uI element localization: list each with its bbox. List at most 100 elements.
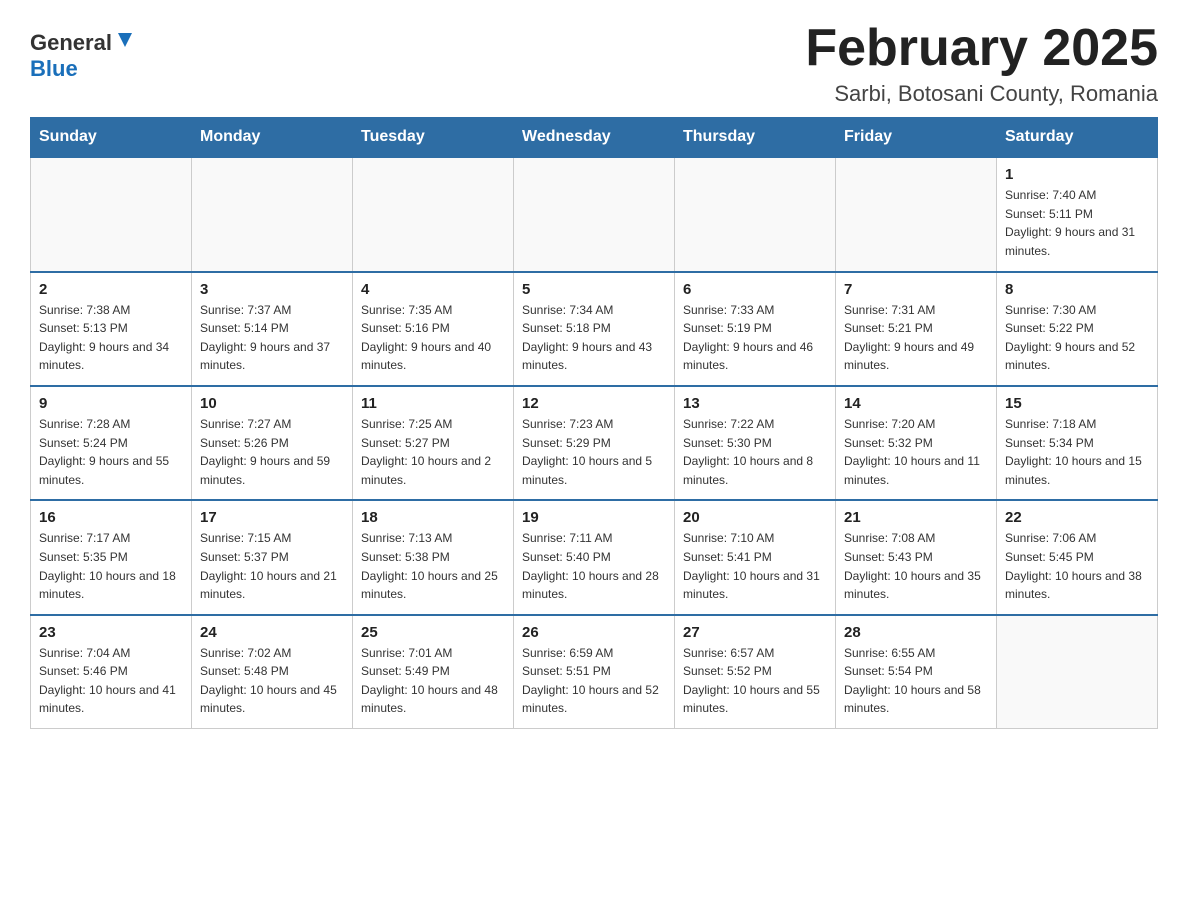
calendar-day-cell: 24Sunrise: 7:02 AM Sunset: 5:48 PM Dayli… — [192, 615, 353, 729]
day-info: Sunrise: 7:20 AM Sunset: 5:32 PM Dayligh… — [844, 415, 988, 489]
day-number: 22 — [1005, 509, 1149, 526]
calendar-header-row: SundayMondayTuesdayWednesdayThursdayFrid… — [31, 118, 1158, 158]
day-number: 20 — [683, 509, 827, 526]
day-info: Sunrise: 7:35 AM Sunset: 5:16 PM Dayligh… — [361, 301, 505, 375]
calendar-day-cell: 2 Sunrise: 7:38 AM Sunset: 5:13 PM Daylig… — [31, 272, 192, 386]
day-info: Sunrise: 7:04 AM Sunset: 5:46 PM Dayligh… — [39, 644, 183, 718]
day-number: 25 — [361, 624, 505, 641]
logo-blue-text: Blue — [30, 56, 78, 82]
day-number: 12 — [522, 395, 666, 412]
calendar-week-row: 1 Sunrise: 7:40 AM Sunset: 5:11 PM Daylig… — [31, 157, 1158, 271]
day-info: Sunrise: 7:28 AM Sunset: 5:24 PM Dayligh… — [39, 415, 183, 489]
calendar-day-cell: 26 Sunrise: 6:59 AM Sunset: 5:51 PM Dayli… — [514, 615, 675, 729]
day-info: Sunrise: 7:34 AM Sunset: 5:18 PM Dayligh… — [522, 301, 666, 375]
day-number: 2 — [39, 281, 183, 298]
day-number: 6 — [683, 281, 827, 298]
day-number: 8 — [1005, 281, 1149, 298]
calendar-day-cell: 7 Sunrise: 7:31 AM Sunset: 5:21 PM Daylig… — [836, 272, 997, 386]
day-info: Sunrise: 7:10 AM Sunset: 5:41 PM Dayligh… — [683, 529, 827, 603]
calendar-day-cell: 4 Sunrise: 7:35 AM Sunset: 5:16 PM Daylig… — [353, 272, 514, 386]
day-info: Sunrise: 7:23 AM Sunset: 5:29 PM Dayligh… — [522, 415, 666, 489]
calendar-title: February 2025 — [805, 20, 1158, 77]
calendar-table: SundayMondayTuesdayWednesdayThursdayFrid… — [30, 117, 1158, 729]
day-number: 7 — [844, 281, 988, 298]
calendar-day-cell: 16Sunrise: 7:17 AM Sunset: 5:35 PM Dayli… — [31, 500, 192, 614]
calendar-day-cell — [836, 157, 997, 271]
calendar-week-row: 9 Sunrise: 7:28 AM Sunset: 5:24 PM Daylig… — [31, 386, 1158, 500]
day-number: 28 — [844, 624, 988, 641]
calendar-day-cell: 25 Sunrise: 7:01 AM Sunset: 5:49 PM Dayli… — [353, 615, 514, 729]
day-info: Sunrise: 7:38 AM Sunset: 5:13 PM Dayligh… — [39, 301, 183, 375]
logo: General Blue — [30, 20, 136, 82]
calendar-day-cell: 11Sunrise: 7:25 AM Sunset: 5:27 PM Dayli… — [353, 386, 514, 500]
calendar-day-cell: 18Sunrise: 7:13 AM Sunset: 5:38 PM Dayli… — [353, 500, 514, 614]
day-header-sunday: Sunday — [31, 118, 192, 158]
calendar-day-cell: 6 Sunrise: 7:33 AM Sunset: 5:19 PM Daylig… — [675, 272, 836, 386]
calendar-week-row: 23 Sunrise: 7:04 AM Sunset: 5:46 PM Dayli… — [31, 615, 1158, 729]
day-header-wednesday: Wednesday — [514, 118, 675, 158]
day-number: 16 — [39, 509, 183, 526]
calendar-day-cell — [31, 157, 192, 271]
calendar-week-row: 2 Sunrise: 7:38 AM Sunset: 5:13 PM Daylig… — [31, 272, 1158, 386]
calendar-day-cell: 14 Sunrise: 7:20 AM Sunset: 5:32 PM Dayli… — [836, 386, 997, 500]
day-number: 14 — [844, 395, 988, 412]
day-number: 21 — [844, 509, 988, 526]
day-info: Sunrise: 7:27 AM Sunset: 5:26 PM Dayligh… — [200, 415, 344, 489]
day-number: 5 — [522, 281, 666, 298]
calendar-day-cell: 23 Sunrise: 7:04 AM Sunset: 5:46 PM Dayli… — [31, 615, 192, 729]
day-number: 24 — [200, 624, 344, 641]
calendar-day-cell: 13 Sunrise: 7:22 AM Sunset: 5:30 PM Dayli… — [675, 386, 836, 500]
day-number: 26 — [522, 624, 666, 641]
day-info: Sunrise: 7:08 AM Sunset: 5:43 PM Dayligh… — [844, 529, 988, 603]
calendar-day-cell — [353, 157, 514, 271]
calendar-day-cell: 19Sunrise: 7:11 AM Sunset: 5:40 PM Dayli… — [514, 500, 675, 614]
calendar-day-cell: 20 Sunrise: 7:10 AM Sunset: 5:41 PM Dayli… — [675, 500, 836, 614]
calendar-day-cell: 17 Sunrise: 7:15 AM Sunset: 5:37 PM Dayli… — [192, 500, 353, 614]
day-number: 4 — [361, 281, 505, 298]
day-number: 1 — [1005, 166, 1149, 183]
calendar-week-row: 16Sunrise: 7:17 AM Sunset: 5:35 PM Dayli… — [31, 500, 1158, 614]
calendar-subtitle: Sarbi, Botosani County, Romania — [805, 81, 1158, 107]
calendar-day-cell — [675, 157, 836, 271]
page-header: General Blue February 2025 Sarbi, Botosa… — [30, 20, 1158, 107]
day-number: 18 — [361, 509, 505, 526]
calendar-day-cell: 27Sunrise: 6:57 AM Sunset: 5:52 PM Dayli… — [675, 615, 836, 729]
day-number: 15 — [1005, 395, 1149, 412]
title-block: February 2025 Sarbi, Botosani County, Ro… — [805, 20, 1158, 107]
day-info: Sunrise: 6:57 AM Sunset: 5:52 PM Dayligh… — [683, 644, 827, 718]
day-info: Sunrise: 6:59 AM Sunset: 5:51 PM Dayligh… — [522, 644, 666, 718]
day-header-friday: Friday — [836, 118, 997, 158]
day-info: Sunrise: 7:25 AM Sunset: 5:27 PM Dayligh… — [361, 415, 505, 489]
day-number: 17 — [200, 509, 344, 526]
calendar-day-cell: 3Sunrise: 7:37 AM Sunset: 5:14 PM Daylig… — [192, 272, 353, 386]
calendar-day-cell: 28Sunrise: 6:55 AM Sunset: 5:54 PM Dayli… — [836, 615, 997, 729]
calendar-day-cell: 1 Sunrise: 7:40 AM Sunset: 5:11 PM Daylig… — [997, 157, 1158, 271]
day-header-tuesday: Tuesday — [353, 118, 514, 158]
calendar-day-cell: 22 Sunrise: 7:06 AM Sunset: 5:45 PM Dayli… — [997, 500, 1158, 614]
calendar-day-cell — [997, 615, 1158, 729]
day-info: Sunrise: 7:11 AM Sunset: 5:40 PM Dayligh… — [522, 529, 666, 603]
day-info: Sunrise: 7:40 AM Sunset: 5:11 PM Dayligh… — [1005, 186, 1149, 260]
day-number: 23 — [39, 624, 183, 641]
calendar-day-cell: 15 Sunrise: 7:18 AM Sunset: 5:34 PM Dayli… — [997, 386, 1158, 500]
logo-general-text: General — [30, 30, 112, 56]
calendar-day-cell: 5 Sunrise: 7:34 AM Sunset: 5:18 PM Daylig… — [514, 272, 675, 386]
logo-arrow-icon — [114, 29, 136, 51]
day-info: Sunrise: 7:06 AM Sunset: 5:45 PM Dayligh… — [1005, 529, 1149, 603]
day-header-thursday: Thursday — [675, 118, 836, 158]
day-number: 3 — [200, 281, 344, 298]
day-info: Sunrise: 7:31 AM Sunset: 5:21 PM Dayligh… — [844, 301, 988, 375]
calendar-day-cell: 8 Sunrise: 7:30 AM Sunset: 5:22 PM Daylig… — [997, 272, 1158, 386]
calendar-day-cell: 12 Sunrise: 7:23 AM Sunset: 5:29 PM Dayli… — [514, 386, 675, 500]
day-number: 10 — [200, 395, 344, 412]
day-info: Sunrise: 7:15 AM Sunset: 5:37 PM Dayligh… — [200, 529, 344, 603]
day-info: Sunrise: 7:33 AM Sunset: 5:19 PM Dayligh… — [683, 301, 827, 375]
day-info: Sunrise: 7:30 AM Sunset: 5:22 PM Dayligh… — [1005, 301, 1149, 375]
calendar-day-cell: 9 Sunrise: 7:28 AM Sunset: 5:24 PM Daylig… — [31, 386, 192, 500]
calendar-day-cell: 10 Sunrise: 7:27 AM Sunset: 5:26 PM Dayli… — [192, 386, 353, 500]
day-number: 13 — [683, 395, 827, 412]
day-info: Sunrise: 7:18 AM Sunset: 5:34 PM Dayligh… — [1005, 415, 1149, 489]
day-info: Sunrise: 7:22 AM Sunset: 5:30 PM Dayligh… — [683, 415, 827, 489]
day-number: 9 — [39, 395, 183, 412]
day-info: Sunrise: 7:01 AM Sunset: 5:49 PM Dayligh… — [361, 644, 505, 718]
